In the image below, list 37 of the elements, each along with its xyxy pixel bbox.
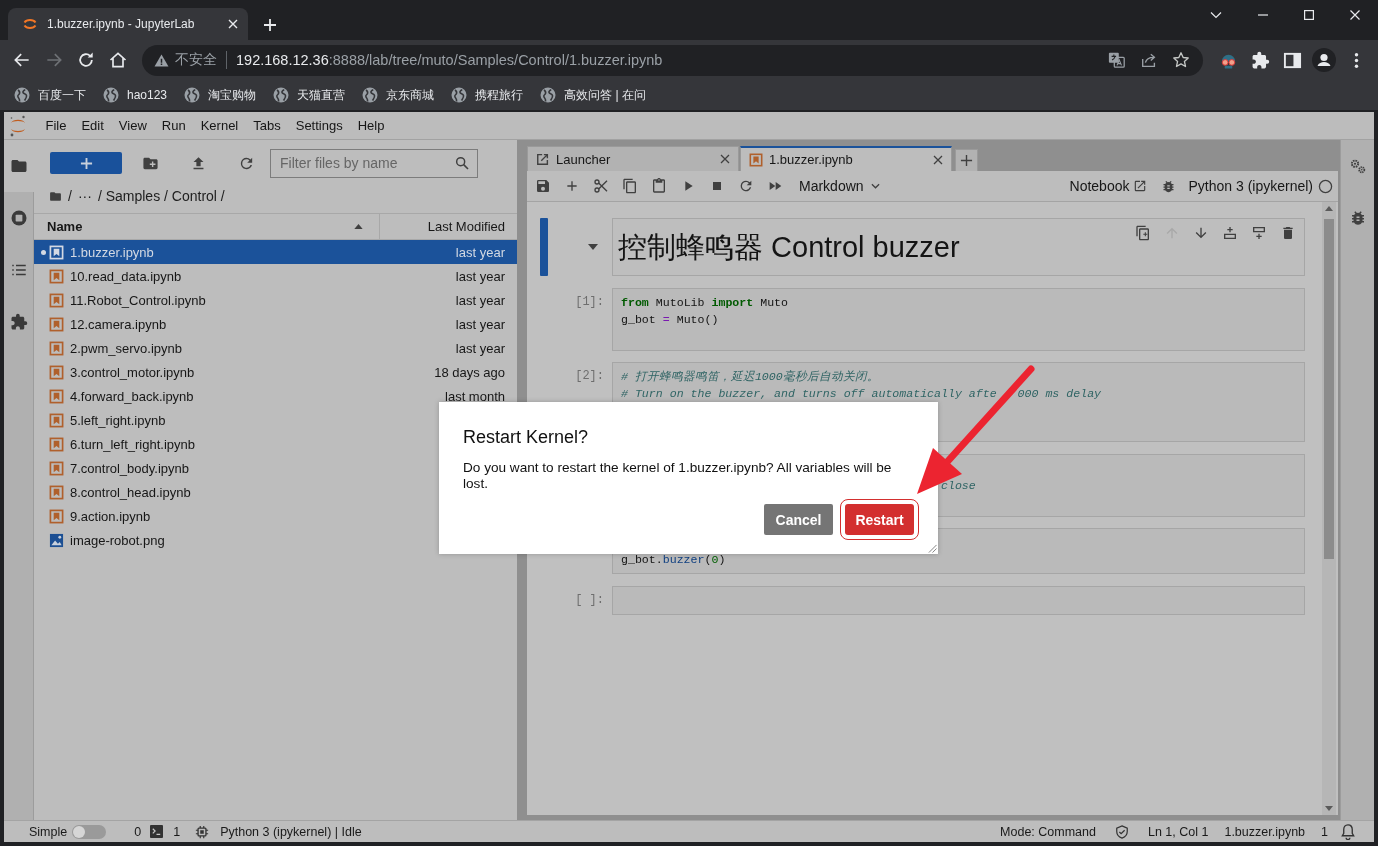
switch-label: Simple [29,824,68,839]
file-name: 9.action.ipynb [70,508,151,524]
modified-time: 18 days ago [434,364,505,380]
file-name: 1.buzzer.ipynb [70,244,154,260]
modified-time: last year [455,244,505,260]
file-name: 8.control_head.ipynb [70,484,191,500]
execution-count: [ ]: [575,592,604,607]
code-line: g_bot = Muto() [621,312,719,326]
file-name: 6.turn_left_right.ipynb [70,436,196,452]
file-name: 1.buzzer.ipynb [1224,824,1306,839]
code-line: # Turn on the buzzer, and turns off automatically afte 000 ms delay [621,387,1102,400]
file-name: 11.Robot_Control.ipynb [70,292,206,308]
code-line: close [941,478,976,492]
security-label: 不安全 [175,51,217,69]
modified-time: last year [455,292,505,308]
execution-count: [1]: [575,294,604,309]
file-name: image-robot.png [70,532,165,548]
file-name: 2.pwm_servo.ipynb [70,340,182,356]
execution-count: [2]: [575,369,604,383]
code-line: # 打开蜂鸣器鸣笛，延迟1000毫秒后自动关闭。 [621,369,879,384]
cell-heading: 控制蜂鸣器 Control buzzer [618,230,961,265]
file-name: 4.forward_back.ipynb [70,388,194,404]
code-line: from MutoLib import Muto [621,295,788,309]
file-name: 5.left_right.ipynb [70,412,166,428]
file-name: 3.control_motor.ipynb [70,364,195,380]
file-name: 12.camera.ipynb [70,316,167,332]
modified-time: last year [455,316,505,332]
file-name: 7.control_body.ipynb [70,460,189,476]
modified-time: last year [455,340,505,356]
mode-text: Mode: Command [1000,824,1096,839]
code-line: g_bot.buzzer(0) [621,553,726,566]
kernel-status-text: Python 3 (ipykernel) | Idle [220,824,362,839]
url-text: 192.168.12.36:8888/lab/tree/muto/Samples/Control/1.buzzer.ipynb [236,52,663,68]
modified-time: last year [455,268,505,284]
file-name: 10.read_data.ipynb [70,268,182,284]
dialog-title: Restart Kernel? [463,426,590,449]
modified-time: last month [445,388,505,404]
